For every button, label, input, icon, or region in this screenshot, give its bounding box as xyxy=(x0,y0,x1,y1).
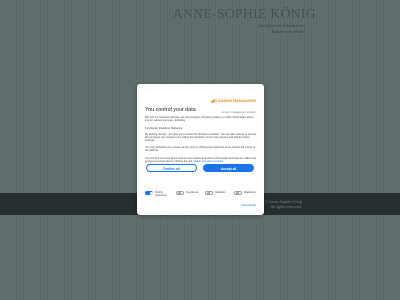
toggle-switch-icon xyxy=(145,191,153,196)
show-details-link[interactable]: Show details xyxy=(241,204,256,207)
read-more-link[interactable]: Read more about cookies xyxy=(194,160,224,163)
consent-purposes-text: Functional, Statistical, Marketing xyxy=(145,127,183,130)
toggle-label: Statistics xyxy=(215,191,226,195)
toggle-label: Marketing xyxy=(244,191,256,195)
consent-heading: You control your data xyxy=(145,107,196,113)
accept-all-button[interactable]: Accept all xyxy=(203,164,254,172)
toggle-label: Strictly necessary xyxy=(155,191,167,198)
toggle-label: Functional xyxy=(186,191,198,195)
decline-all-button[interactable]: Decline all xyxy=(146,164,197,172)
consent-withdraw-text: You may withdraw your consent at any tim… xyxy=(145,146,256,153)
logo-brand: CONSENTMANAGER xyxy=(214,98,256,104)
toggle-switch-icon xyxy=(205,191,213,196)
consent-more-info-text: You can find out more about how we use c… xyxy=(145,157,257,163)
consent-accept-text: By clicking 'Accept', you give your cons… xyxy=(145,133,256,143)
toggle-switch-icon xyxy=(176,191,184,196)
logo-tagline: consent management solution xyxy=(221,110,256,114)
cookie-consent-dialog: ◢CONSENTMANAGER consent management solut… xyxy=(137,84,264,215)
toggle-switch-icon xyxy=(234,191,242,196)
consentmanager-logo: ◢CONSENTMANAGER consent management solut… xyxy=(211,92,256,114)
purpose-toggles: Strictly necessary Functional Statistics … xyxy=(145,190,259,200)
consent-intro-text: We and our business partners use technol… xyxy=(145,116,254,123)
